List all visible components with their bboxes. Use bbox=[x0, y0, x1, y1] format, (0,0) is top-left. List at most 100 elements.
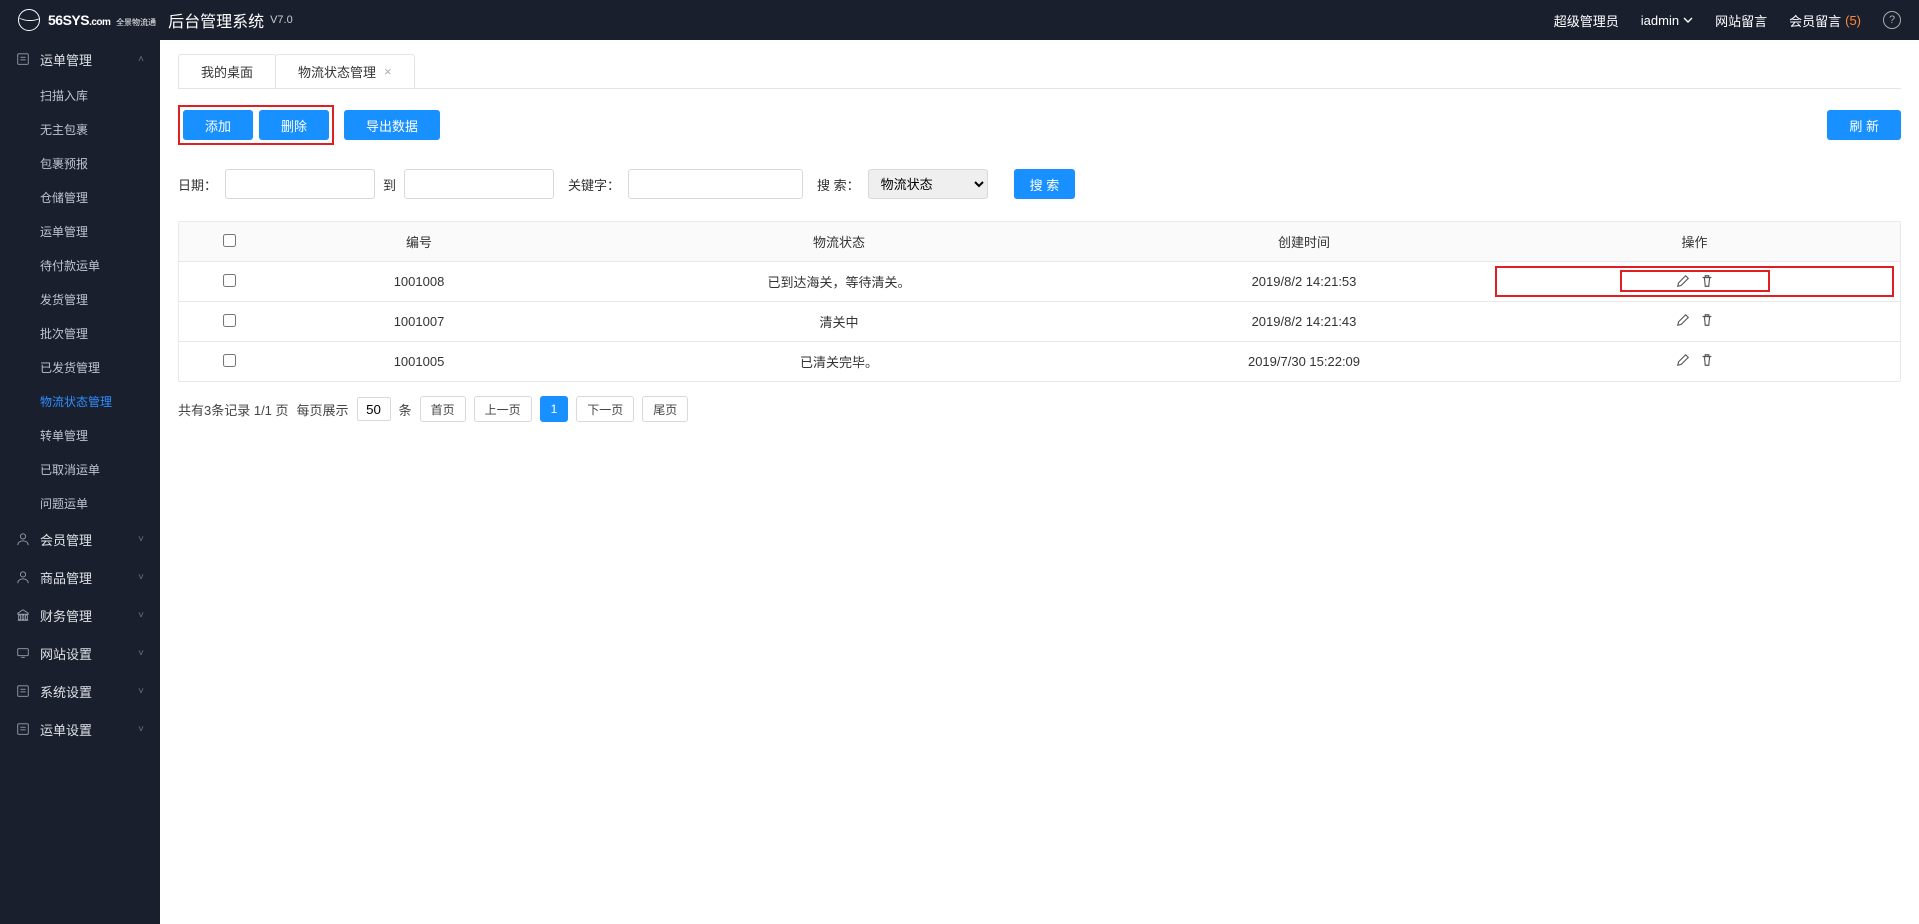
sidebar-item-0-6[interactable]: 发货管理 bbox=[0, 282, 160, 316]
table-header-3: 创建时间 bbox=[1119, 222, 1489, 262]
sidebar-group-4[interactable]: 网站设置˅ bbox=[0, 634, 160, 672]
header-user-menu[interactable]: iadmin bbox=[1641, 13, 1693, 28]
user-icon bbox=[16, 570, 32, 584]
sidebar-item-0-12[interactable]: 问题运单 bbox=[0, 486, 160, 520]
trash-icon[interactable] bbox=[1700, 313, 1714, 327]
system-version: V7.0 bbox=[270, 14, 293, 26]
sidebar-group-label: 系统设置 bbox=[40, 682, 138, 701]
monitor-icon bbox=[16, 646, 32, 660]
sidebar-group-2[interactable]: 商品管理˅ bbox=[0, 558, 160, 596]
row-checkbox[interactable] bbox=[223, 354, 236, 367]
sidebar-group-label: 运单设置 bbox=[40, 720, 138, 739]
pager-page-1[interactable]: 1 bbox=[540, 396, 569, 422]
row-checkbox[interactable] bbox=[223, 274, 236, 287]
search-button[interactable]: 搜 索 bbox=[1014, 169, 1076, 199]
sidebar-group-1[interactable]: 会员管理˅ bbox=[0, 520, 160, 558]
date-label: 日期： bbox=[178, 175, 217, 194]
chevron-down-icon: ˅ bbox=[138, 648, 144, 659]
table-row: 1001007清关中2019/8/2 14:21:43 bbox=[179, 302, 1900, 342]
row-code: 1001008 bbox=[279, 262, 559, 302]
search-by-label: 搜 索： bbox=[817, 175, 860, 194]
sidebar-group-label: 财务管理 bbox=[40, 606, 138, 625]
edit-icon[interactable] bbox=[1676, 274, 1690, 288]
row-time: 2019/8/2 14:21:43 bbox=[1119, 302, 1489, 342]
sidebar-item-0-11[interactable]: 已取消运单 bbox=[0, 452, 160, 486]
table-header-0 bbox=[179, 222, 279, 262]
doc-icon bbox=[16, 52, 32, 66]
row-time: 2019/8/2 14:21:53 bbox=[1119, 262, 1489, 302]
sidebar-group-label: 商品管理 bbox=[40, 568, 138, 587]
header-site-msg[interactable]: 网站留言 bbox=[1715, 11, 1767, 30]
pager-next[interactable]: 下一页 bbox=[576, 396, 634, 422]
sidebar-item-0-1[interactable]: 无主包裹 bbox=[0, 112, 160, 146]
sidebar-item-0-3[interactable]: 仓储管理 bbox=[0, 180, 160, 214]
date-from-input[interactable] bbox=[225, 169, 375, 199]
sidebar-group-5[interactable]: 系统设置˅ bbox=[0, 672, 160, 710]
tabs-bar: 我的桌面 物流状态管理× bbox=[178, 52, 1919, 88]
tab-1[interactable]: 物流状态管理× bbox=[275, 54, 415, 88]
pager-last[interactable]: 尾页 bbox=[642, 396, 688, 422]
sidebar-group-0[interactable]: 运单管理˄ bbox=[0, 40, 160, 78]
sidebar-item-0-9[interactable]: 物流状态管理 bbox=[0, 384, 160, 418]
delete-button[interactable]: 删除 bbox=[259, 110, 329, 140]
row-ops bbox=[1676, 353, 1714, 367]
add-button[interactable]: 添加 bbox=[183, 110, 253, 140]
row-checkbox[interactable] bbox=[223, 314, 236, 327]
row-code: 1001007 bbox=[279, 302, 559, 342]
export-button[interactable]: 导出数据 bbox=[344, 110, 440, 140]
sidebar-item-0-8[interactable]: 已发货管理 bbox=[0, 350, 160, 384]
sidebar-group-label: 会员管理 bbox=[40, 530, 138, 549]
chevron-down-icon: ˅ bbox=[138, 724, 144, 735]
table-header-1: 编号 bbox=[279, 222, 559, 262]
row-ops bbox=[1676, 313, 1714, 327]
keyword-input[interactable] bbox=[628, 169, 803, 199]
system-title: 后台管理系统 bbox=[168, 8, 264, 32]
pager-per-label: 每页展示 bbox=[297, 400, 349, 419]
row-code: 1001005 bbox=[279, 342, 559, 382]
logo-subtext: 全景物流通 bbox=[116, 18, 156, 27]
refresh-button[interactable]: 刷 新 bbox=[1827, 110, 1901, 140]
sidebar-item-0-7[interactable]: 批次管理 bbox=[0, 316, 160, 350]
user-icon bbox=[16, 532, 32, 546]
logo-icon bbox=[18, 9, 40, 31]
sidebar-item-0-4[interactable]: 运单管理 bbox=[0, 214, 160, 248]
table-header-2: 物流状态 bbox=[559, 222, 1119, 262]
sidebar-item-0-10[interactable]: 转单管理 bbox=[0, 418, 160, 452]
filter-bar: 日期： 到 关键字： 搜 索： 物流状态 搜 索 bbox=[178, 169, 1901, 199]
bank-icon bbox=[16, 608, 32, 622]
pager-prev[interactable]: 上一页 bbox=[474, 396, 532, 422]
sidebar-item-0-2[interactable]: 包裹预报 bbox=[0, 146, 160, 180]
row-status: 清关中 bbox=[559, 302, 1119, 342]
pager-summary: 共有3条记录 1/1 页 bbox=[178, 400, 289, 419]
sidebar-group-3[interactable]: 财务管理˅ bbox=[0, 596, 160, 634]
keyword-label: 关键字： bbox=[568, 175, 620, 194]
sidebar: 运单管理˄扫描入库无主包裹包裹预报仓储管理运单管理待付款运单发货管理批次管理已发… bbox=[0, 40, 160, 924]
chevron-down-icon bbox=[1683, 15, 1693, 25]
tab-label: 我的桌面 bbox=[201, 62, 253, 81]
trash-icon[interactable] bbox=[1700, 353, 1714, 367]
sidebar-group-label: 网站设置 bbox=[40, 644, 138, 663]
table-header-4: 操作 bbox=[1489, 222, 1900, 262]
content-pane: 我的桌面 物流状态管理× 添加 删除 导出数据 刷 新 日期： 到 关键字： 搜 … bbox=[160, 40, 1919, 924]
select-all-checkbox[interactable] bbox=[223, 234, 236, 247]
doc-icon bbox=[16, 684, 32, 698]
date-to-input[interactable] bbox=[404, 169, 554, 199]
tab-0[interactable]: 我的桌面 bbox=[178, 54, 276, 88]
chevron-down-icon: ˅ bbox=[138, 534, 144, 545]
sidebar-item-0-0[interactable]: 扫描入库 bbox=[0, 78, 160, 112]
pager-first[interactable]: 首页 bbox=[420, 396, 466, 422]
sidebar-item-0-5[interactable]: 待付款运单 bbox=[0, 248, 160, 282]
logo: 56SYS.com 全景物流通 bbox=[18, 9, 156, 31]
edit-icon[interactable] bbox=[1676, 353, 1690, 367]
help-icon[interactable]: ? bbox=[1883, 11, 1901, 29]
sidebar-group-6[interactable]: 运单设置˅ bbox=[0, 710, 160, 748]
close-icon[interactable]: × bbox=[384, 64, 392, 79]
search-by-select[interactable]: 物流状态 bbox=[868, 169, 988, 199]
table-row: 1001008已到达海关，等待清关。2019/8/2 14:21:53 bbox=[179, 262, 1900, 302]
edit-icon[interactable] bbox=[1676, 313, 1690, 327]
per-page-input[interactable] bbox=[357, 397, 391, 421]
highlight-box-buttons: 添加 删除 bbox=[178, 105, 334, 145]
chevron-up-icon: ˄ bbox=[138, 54, 144, 65]
trash-icon[interactable] bbox=[1700, 274, 1714, 288]
header-member-msg[interactable]: 会员留言 (5) bbox=[1789, 11, 1861, 30]
